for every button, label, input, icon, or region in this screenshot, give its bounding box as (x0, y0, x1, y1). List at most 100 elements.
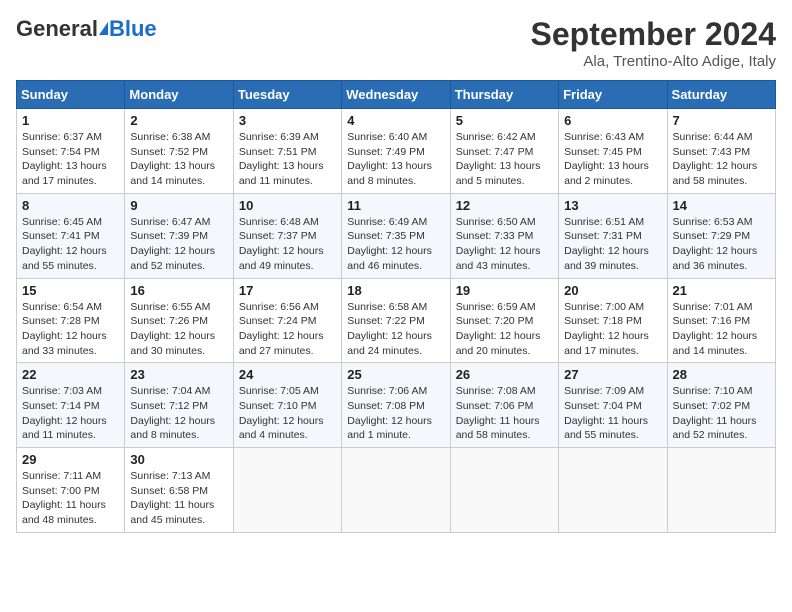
day-number: 24 (239, 367, 336, 382)
day-cell: 23 Sunrise: 7:04 AM Sunset: 7:12 PM Dayli… (125, 363, 233, 448)
day-detail: Sunrise: 6:45 AM Sunset: 7:41 PM Dayligh… (22, 215, 119, 274)
page-header: General Blue September 2024 Ala, Trentin… (16, 16, 776, 70)
day-number: 4 (347, 113, 444, 128)
day-cell (667, 448, 775, 533)
day-cell: 27 Sunrise: 7:09 AM Sunset: 7:04 PM Dayli… (559, 363, 667, 448)
day-cell: 11 Sunrise: 6:49 AM Sunset: 7:35 PM Dayli… (342, 193, 450, 278)
day-detail: Sunrise: 6:48 AM Sunset: 7:37 PM Dayligh… (239, 215, 336, 274)
day-detail: Sunrise: 6:50 AM Sunset: 7:33 PM Dayligh… (456, 215, 553, 274)
day-detail: Sunrise: 6:56 AM Sunset: 7:24 PM Dayligh… (239, 300, 336, 359)
day-cell: 10 Sunrise: 6:48 AM Sunset: 7:37 PM Dayli… (233, 193, 341, 278)
day-cell: 20 Sunrise: 7:00 AM Sunset: 7:18 PM Dayli… (559, 278, 667, 363)
day-number: 19 (456, 283, 553, 298)
day-detail: Sunrise: 6:44 AM Sunset: 7:43 PM Dayligh… (673, 130, 770, 189)
day-detail: Sunrise: 6:55 AM Sunset: 7:26 PM Dayligh… (130, 300, 227, 359)
day-cell: 5Sunrise: 6:42 AM Sunset: 7:47 PM Daylig… (450, 109, 558, 194)
day-cell: 15Sunrise: 6:54 AM Sunset: 7:28 PM Dayli… (17, 278, 125, 363)
day-cell: 4 Sunrise: 6:40 AM Sunset: 7:49 PM Daylig… (342, 109, 450, 194)
logo-general: General (16, 16, 98, 42)
col-header-thursday: Thursday (450, 81, 558, 109)
day-detail: Sunrise: 7:09 AM Sunset: 7:04 PM Dayligh… (564, 384, 661, 443)
day-cell: 28Sunrise: 7:10 AM Sunset: 7:02 PM Dayli… (667, 363, 775, 448)
day-cell (559, 448, 667, 533)
day-number: 12 (456, 198, 553, 213)
day-detail: Sunrise: 7:00 AM Sunset: 7:18 PM Dayligh… (564, 300, 661, 359)
day-cell: 19 Sunrise: 6:59 AM Sunset: 7:20 PM Dayli… (450, 278, 558, 363)
col-header-wednesday: Wednesday (342, 81, 450, 109)
day-detail: Sunrise: 6:53 AM Sunset: 7:29 PM Dayligh… (673, 215, 770, 274)
day-number: 15 (22, 283, 119, 298)
day-detail: Sunrise: 6:42 AM Sunset: 7:47 PM Dayligh… (456, 130, 553, 189)
day-detail: Sunrise: 6:49 AM Sunset: 7:35 PM Dayligh… (347, 215, 444, 274)
day-cell: 8Sunrise: 6:45 AM Sunset: 7:41 PM Daylig… (17, 193, 125, 278)
day-detail: Sunrise: 6:47 AM Sunset: 7:39 PM Dayligh… (130, 215, 227, 274)
day-number: 16 (130, 283, 227, 298)
day-cell: 21 Sunrise: 7:01 AM Sunset: 7:16 PM Dayli… (667, 278, 775, 363)
day-cell: 1 Sunrise: 6:37 AM Sunset: 7:54 PM Daylig… (17, 109, 125, 194)
day-number: 20 (564, 283, 661, 298)
day-number: 26 (456, 367, 553, 382)
day-detail: Sunrise: 6:37 AM Sunset: 7:54 PM Dayligh… (22, 130, 119, 189)
day-detail: Sunrise: 7:03 AM Sunset: 7:14 PM Dayligh… (22, 384, 119, 443)
day-cell (342, 448, 450, 533)
col-header-sunday: Sunday (17, 81, 125, 109)
day-detail: Sunrise: 6:51 AM Sunset: 7:31 PM Dayligh… (564, 215, 661, 274)
day-detail: Sunrise: 7:08 AM Sunset: 7:06 PM Dayligh… (456, 384, 553, 443)
day-cell: 24 Sunrise: 7:05 AM Sunset: 7:10 PM Dayli… (233, 363, 341, 448)
logo-text: General Blue (16, 16, 157, 42)
day-cell: 9Sunrise: 6:47 AM Sunset: 7:39 PM Daylig… (125, 193, 233, 278)
calendar-table: SundayMondayTuesdayWednesdayThursdayFrid… (16, 80, 776, 533)
day-detail: Sunrise: 7:01 AM Sunset: 7:16 PM Dayligh… (673, 300, 770, 359)
day-cell: 26 Sunrise: 7:08 AM Sunset: 7:06 PM Dayli… (450, 363, 558, 448)
day-number: 25 (347, 367, 444, 382)
day-number: 3 (239, 113, 336, 128)
col-header-tuesday: Tuesday (233, 81, 341, 109)
day-detail: Sunrise: 7:05 AM Sunset: 7:10 PM Dayligh… (239, 384, 336, 443)
month-title: September 2024 (531, 16, 776, 53)
week-row-3: 15Sunrise: 6:54 AM Sunset: 7:28 PM Dayli… (17, 278, 776, 363)
day-detail: Sunrise: 6:59 AM Sunset: 7:20 PM Dayligh… (456, 300, 553, 359)
location-subtitle: Ala, Trentino-Alto Adige, Italy (531, 53, 776, 70)
day-cell: 18Sunrise: 6:58 AM Sunset: 7:22 PM Dayli… (342, 278, 450, 363)
day-detail: Sunrise: 6:39 AM Sunset: 7:51 PM Dayligh… (239, 130, 336, 189)
col-header-saturday: Saturday (667, 81, 775, 109)
day-cell: 13 Sunrise: 6:51 AM Sunset: 7:31 PM Dayli… (559, 193, 667, 278)
day-number: 22 (22, 367, 119, 382)
week-row-2: 8Sunrise: 6:45 AM Sunset: 7:41 PM Daylig… (17, 193, 776, 278)
day-detail: Sunrise: 6:38 AM Sunset: 7:52 PM Dayligh… (130, 130, 227, 189)
day-detail: Sunrise: 7:06 AM Sunset: 7:08 PM Dayligh… (347, 384, 444, 443)
day-number: 17 (239, 283, 336, 298)
day-number: 27 (564, 367, 661, 382)
title-area: September 2024 Ala, Trentino-Alto Adige,… (531, 16, 776, 70)
calendar-header-row: SundayMondayTuesdayWednesdayThursdayFrid… (17, 81, 776, 109)
day-number: 21 (673, 283, 770, 298)
day-detail: Sunrise: 6:43 AM Sunset: 7:45 PM Dayligh… (564, 130, 661, 189)
day-cell: 3 Sunrise: 6:39 AM Sunset: 7:51 PM Daylig… (233, 109, 341, 194)
day-cell: 6 Sunrise: 6:43 AM Sunset: 7:45 PM Daylig… (559, 109, 667, 194)
day-detail: Sunrise: 7:04 AM Sunset: 7:12 PM Dayligh… (130, 384, 227, 443)
day-cell (450, 448, 558, 533)
day-number: 10 (239, 198, 336, 213)
day-number: 6 (564, 113, 661, 128)
day-number: 30 (130, 452, 227, 467)
col-header-friday: Friday (559, 81, 667, 109)
day-cell: 25 Sunrise: 7:06 AM Sunset: 7:08 PM Dayli… (342, 363, 450, 448)
day-number: 11 (347, 198, 444, 213)
week-row-5: 29 Sunrise: 7:11 AM Sunset: 7:00 PM Dayli… (17, 448, 776, 533)
day-cell: 7Sunrise: 6:44 AM Sunset: 7:43 PM Daylig… (667, 109, 775, 194)
col-header-monday: Monday (125, 81, 233, 109)
day-detail: Sunrise: 7:13 AM Sunset: 6:58 PM Dayligh… (130, 469, 227, 528)
day-number: 29 (22, 452, 119, 467)
day-cell: 12 Sunrise: 6:50 AM Sunset: 7:33 PM Dayli… (450, 193, 558, 278)
day-number: 13 (564, 198, 661, 213)
day-detail: Sunrise: 6:40 AM Sunset: 7:49 PM Dayligh… (347, 130, 444, 189)
logo: General Blue (16, 16, 157, 42)
day-cell: 29 Sunrise: 7:11 AM Sunset: 7:00 PM Dayli… (17, 448, 125, 533)
day-number: 2 (130, 113, 227, 128)
day-detail: Sunrise: 7:11 AM Sunset: 7:00 PM Dayligh… (22, 469, 119, 528)
day-number: 1 (22, 113, 119, 128)
day-number: 14 (673, 198, 770, 213)
day-cell: 22 Sunrise: 7:03 AM Sunset: 7:14 PM Dayli… (17, 363, 125, 448)
day-cell: 2 Sunrise: 6:38 AM Sunset: 7:52 PM Daylig… (125, 109, 233, 194)
day-number: 23 (130, 367, 227, 382)
